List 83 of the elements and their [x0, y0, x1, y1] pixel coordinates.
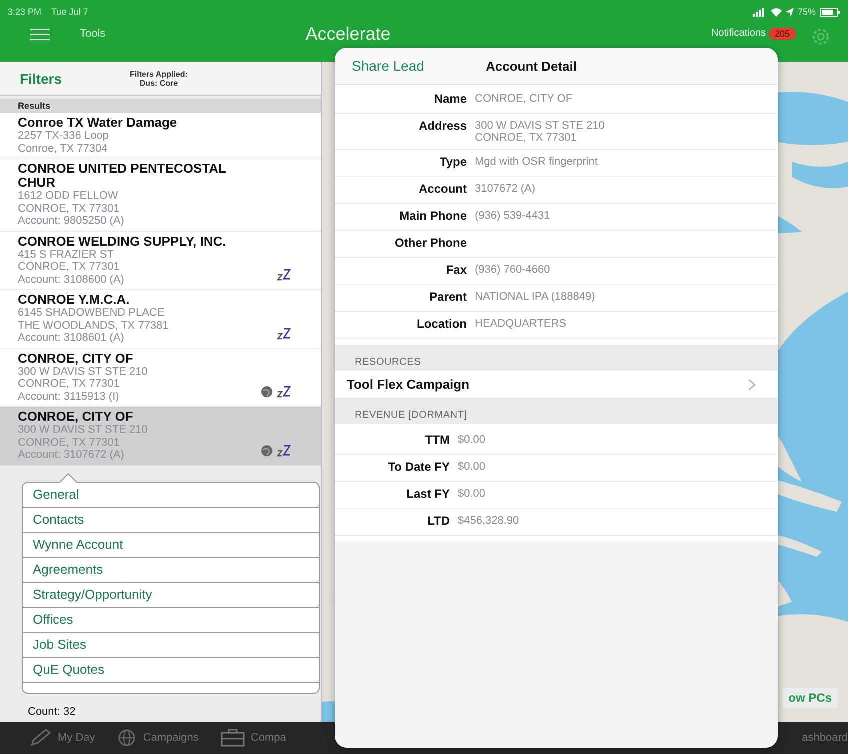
field-label: Account	[418, 182, 467, 198]
account-line: CONROE, TX 77301	[18, 202, 120, 215]
field-value: $0.00	[458, 461, 486, 473]
menu-item[interactable]: Strategy/Opportunity	[23, 582, 319, 608]
field-value: HEADQUARTERS	[475, 318, 566, 330]
notifications-button[interactable]: Notifications	[712, 28, 766, 39]
account-name: CONROE Y.M.C.A.	[18, 293, 131, 307]
status-date: Tue Jul 7	[52, 7, 88, 17]
notification-count: 205	[768, 28, 796, 40]
account-line: Account: 3115913 (I)	[18, 390, 120, 403]
account-name: CONROE, CITY OF	[18, 410, 134, 424]
result-item[interactable]: CONROE, CITY OF 300 W DAVIS ST STE 210 CONROE, TX 77301 Account: 3107672 (A)	[0, 407, 321, 466]
account-line: 415 S FRAZIER ST	[18, 248, 114, 261]
account-line: 2257 TX-336 Loop	[18, 130, 109, 142]
field-value: CONROE, CITY OF	[475, 93, 573, 105]
tab-item[interactable]: ashboard	[802, 732, 848, 744]
battery-level: 75%	[798, 7, 816, 17]
account-line: Conroe, TX 77304	[18, 142, 108, 155]
menu-item[interactable]: Contacts	[23, 508, 319, 532]
result-item[interactable]: CONROE Y.M.C.A. 6145 SHADOWBEND PLACE THE WOODLANDS, TX 77381 Account: 3108601 (A)	[0, 290, 321, 348]
field-value: NATIONAL IPA (188849)	[475, 291, 596, 303]
account-line: Account: 3108601 (A)	[18, 332, 124, 344]
field-label: Fax	[445, 263, 467, 279]
account-line: Account: 3107672 (A)	[18, 449, 124, 462]
field-label: Other Phone	[394, 236, 467, 252]
share-lead-button[interactable]: Share Lead	[352, 58, 486, 74]
field-value: $0.00	[458, 434, 486, 446]
account-line: 1612 ODD FELLOW	[18, 190, 118, 202]
result-item[interactable]: Conroe TX Water Damage 2257 TX-336 Loop Conroe, TX 77304	[0, 113, 321, 159]
field-label: Parent	[428, 290, 467, 306]
account-name: CONROE WELDING SUPPLY, INC.	[18, 234, 228, 248]
app-title: Accelerate	[306, 24, 391, 44]
account-line: Account: 9805250 (A)	[18, 215, 124, 228]
field-value: CONROE, TX 77301	[475, 132, 578, 144]
account-line: THE WOODLANDS, TX 77381	[18, 320, 169, 332]
panel-title: Account Detail	[486, 58, 578, 74]
tab-item[interactable]: Campaigns	[143, 732, 199, 744]
field-label: Address	[418, 119, 467, 135]
field-value: Mgd with OSR fingerprint	[475, 156, 598, 168]
account-name: CONROE UNITED PENTECOSTAL CHUR	[18, 162, 228, 190]
account-line: 300 W DAVIS ST STE 210	[18, 424, 148, 436]
filter-value: Dus: Core	[138, 78, 178, 88]
field-value: 3107672 (A)	[475, 183, 536, 195]
field-label: TTM	[424, 433, 450, 449]
account-name: Conroe TX Water Damage	[18, 116, 178, 130]
menu-item[interactable]: QuE Quotes	[23, 658, 319, 682]
menu-item[interactable]: Offices	[23, 608, 319, 632]
tab-item[interactable]: Compa	[250, 732, 286, 744]
account-line: 6145 SHADOWBEND PLACE	[18, 307, 165, 320]
section-header: REVENUE [DORMANT]	[335, 398, 778, 424]
field-value: (936) 539-4431	[475, 210, 550, 222]
account-line: CONROE, TX 77301	[18, 378, 120, 390]
account-name: CONROE, CITY OF	[18, 352, 134, 366]
field-value: 300 W DAVIS ST STE 210	[475, 120, 605, 132]
field-label: Type	[438, 155, 467, 171]
field-label: To Date FY	[387, 460, 450, 476]
menu-item[interactable]: Agreements	[23, 558, 319, 582]
field-value: $456,328.90	[458, 515, 520, 527]
account-line: CONROE, TX 77301	[18, 436, 120, 449]
resource-item[interactable]: Tool Flex Campaign	[335, 371, 778, 398]
results-header: Results	[0, 99, 321, 113]
field-label: LTD	[426, 514, 450, 530]
result-item[interactable]: CONROE WELDING SUPPLY, INC. 415 S FRAZIER ST CONROE, TX 77301 Account: 3108600 (A)	[0, 232, 321, 290]
status-time: 3:23 PM	[8, 7, 42, 17]
filters-button[interactable]: Filters	[20, 70, 130, 86]
section-header: RESOURCES	[335, 345, 778, 371]
field-label: Location	[416, 317, 467, 333]
account-line: CONROE, TX 77301	[18, 261, 120, 274]
account-line: 300 W DAVIS ST STE 210	[18, 366, 148, 378]
filters-applied-label: Filters Applied:	[130, 70, 188, 78]
show-pcs-button[interactable]: ow PCs	[782, 688, 838, 708]
result-count: Count: 32	[28, 706, 77, 718]
field-label: Last FY	[406, 487, 450, 503]
field-value: (936) 760-4660	[475, 264, 550, 276]
menu-item[interactable]: Wynne Account	[23, 532, 319, 558]
field-label: Name	[433, 92, 467, 108]
field-label: Main Phone	[398, 209, 467, 225]
menu-item[interactable]: General	[23, 482, 319, 508]
field-value: $0.00	[458, 488, 486, 500]
account-line: Account: 3108600 (A)	[18, 274, 124, 286]
tab-item[interactable]: My Day	[58, 732, 96, 744]
result-item[interactable]: CONROE UNITED PENTECOSTAL CHUR 1612 ODD FELLOW CONROE, TX 77301 Account: 9805250 (A)	[0, 159, 321, 232]
menu-item[interactable]: Job Sites	[23, 632, 319, 658]
